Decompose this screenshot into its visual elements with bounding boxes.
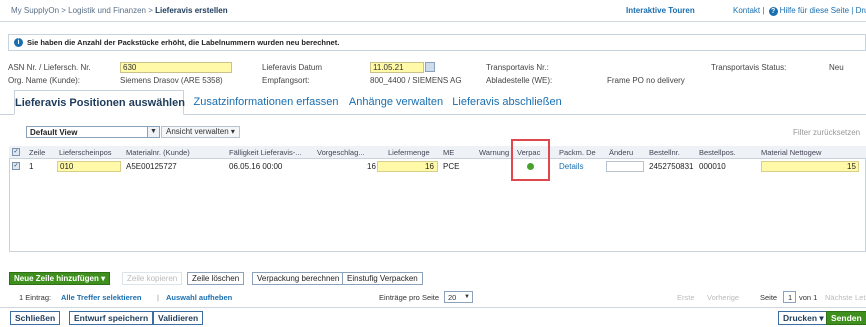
transport-status-label: Transportavis Status: [711,63,787,72]
col-lieferscheinpos[interactable]: Lieferscheinpos [59,148,112,157]
col-unit[interactable]: ME [443,148,454,157]
weight-input[interactable] [761,161,859,172]
grid-button-bar: Neue Zeile hinzufügen ▾ Zeile kopieren Z… [9,270,866,287]
row-checkbox[interactable]: ✓ [12,162,20,170]
unloading-label: Abladestelle (WE): [486,76,553,85]
save-draft-button[interactable]: Entwurf speichern [69,311,154,325]
add-row-button[interactable]: Neue Zeile hinzufügen ▾ [9,272,111,285]
select-all-checkbox[interactable]: ✓ [12,148,20,156]
date-input[interactable]: 11.05.21 [370,62,424,73]
col-change[interactable]: Änderu [609,148,633,157]
col-proposed[interactable]: Vorgeschlag... [317,148,365,157]
breadcrumb: My SupplyOn > Logistik und Finanzen > Li… [11,6,228,15]
info-text: Sie haben die Anzahl der Packstücke erhö… [27,38,340,47]
tab-bar: Lieferavis Positionen auswählen Zusatzin… [0,90,866,115]
breadcrumb-home[interactable]: My SupplyOn [11,6,59,15]
col-order-pos[interactable]: Bestellpos. [699,148,736,157]
deselect-link[interactable]: Auswahl aufheben [166,293,232,302]
col-qty[interactable]: Liefermenge [388,148,430,157]
org-value: Siemens Drasov (ARE 5358) [120,76,223,85]
help-icon: ? [768,7,778,16]
receiving-value: 800_4400 / SIEMENS AG [370,76,462,85]
org-label: Org. Name (Kunde): [8,76,81,85]
col-order[interactable]: Bestellnr. [649,148,680,157]
single-pack-button[interactable]: Einstufig Verpacken [342,272,423,285]
page-count: von 1 [799,293,818,302]
calendar-icon[interactable] [425,62,435,72]
per-page-label: Einträge pro Seite [379,293,440,302]
per-page-select[interactable]: 20 ▼ [444,291,473,303]
interactive-tours-link[interactable]: Interaktive Touren [626,6,695,15]
receiving-label: Empfangsort: [262,76,310,85]
page-label: Seite [760,293,778,302]
print-link[interactable]: | Drucke [851,6,866,15]
chevron-down-icon: ▼ [147,127,159,137]
page-input[interactable]: 1 [783,291,796,303]
footer-bar: Schließen Entwurf speichern Validieren D… [0,307,866,327]
highlight-box [511,139,550,181]
contact-link[interactable]: Kontakt | [733,6,764,15]
col-weight[interactable]: Material Nettogew [761,148,821,157]
select-all-link[interactable]: Alle Treffer selektieren [61,293,141,302]
prev-page-link[interactable]: Vorherige [707,293,739,302]
pager: 1 Eintrag: Alle Treffer selektieren | Au… [9,291,866,304]
asn-label: ASN Nr. / Liefersch. Nr. [8,63,91,72]
asn-input[interactable]: 630 [120,62,232,73]
details-link[interactable]: Details [559,162,583,171]
col-zeile[interactable]: Zeile [29,148,45,157]
help-link[interactable]: Hilfe für diese Seite [780,6,849,15]
first-page-link[interactable]: Erste [677,293,695,302]
transport-label: Transportavis Nr.: [486,63,549,72]
validate-button[interactable]: Validieren [153,311,204,325]
col-material[interactable]: Materialnr. (Kunde) [126,148,190,157]
tab-additional-info[interactable]: Zusatzinformationen erfassen [192,90,340,115]
copy-row-button[interactable]: Zeile kopieren [122,272,183,285]
col-pack-details[interactable]: Packm. De [559,148,596,157]
calc-packaging-button[interactable]: Verpackung berechnen [252,272,345,285]
unloading-value: Frame PO no delivery [607,76,685,85]
grid-header: ✓ Zeile Lieferscheinpos Materialnr. (Kun… [9,146,866,159]
delete-row-button[interactable]: Zeile löschen [187,272,245,285]
close-button[interactable]: Schließen [10,311,61,325]
print-button[interactable]: Drucken ▾ [778,311,829,325]
manage-view-button[interactable]: Ansicht verwalten ▾ [161,126,240,138]
col-warning[interactable]: Warnung [479,148,509,157]
entry-count: 1 Eintrag: [19,293,52,302]
view-select[interactable]: Default View ▼ [26,126,160,138]
filter-reset-link[interactable]: Filter zurücksetzen [793,128,860,137]
transport-status-value: Neu [829,63,844,72]
breadcrumb-logistics[interactable]: Logistik und Finanzen [68,6,146,15]
table-row[interactable]: ✓ 1 010 A5E00125727 06.05.16 00:00 16 16… [9,160,866,173]
chevron-down-icon: ▼ [464,294,470,300]
breadcrumb-current: Lieferavis erstellen [155,6,228,15]
tab-finish[interactable]: Lieferavis abschließen [452,90,562,115]
info-message: i Sie haben die Anzahl der Packstücke erh… [8,34,866,51]
tab-attachments[interactable]: Anhänge verwalten [340,90,452,115]
col-due[interactable]: Fälligkeit Lieferavis-... [229,148,302,157]
last-page-link[interactable]: Letzte [855,293,866,302]
info-icon: i [14,38,23,47]
change-input[interactable] [606,161,644,172]
top-links: Kontakt | ?Hilfe für diese Seite | Druck… [733,6,866,16]
tab-select-positions[interactable]: Lieferavis Positionen auswählen [14,90,185,115]
send-button[interactable]: Senden [826,311,866,325]
date-label: Lieferavis Datum [262,63,323,72]
next-page-link[interactable]: Nächste [825,293,853,302]
